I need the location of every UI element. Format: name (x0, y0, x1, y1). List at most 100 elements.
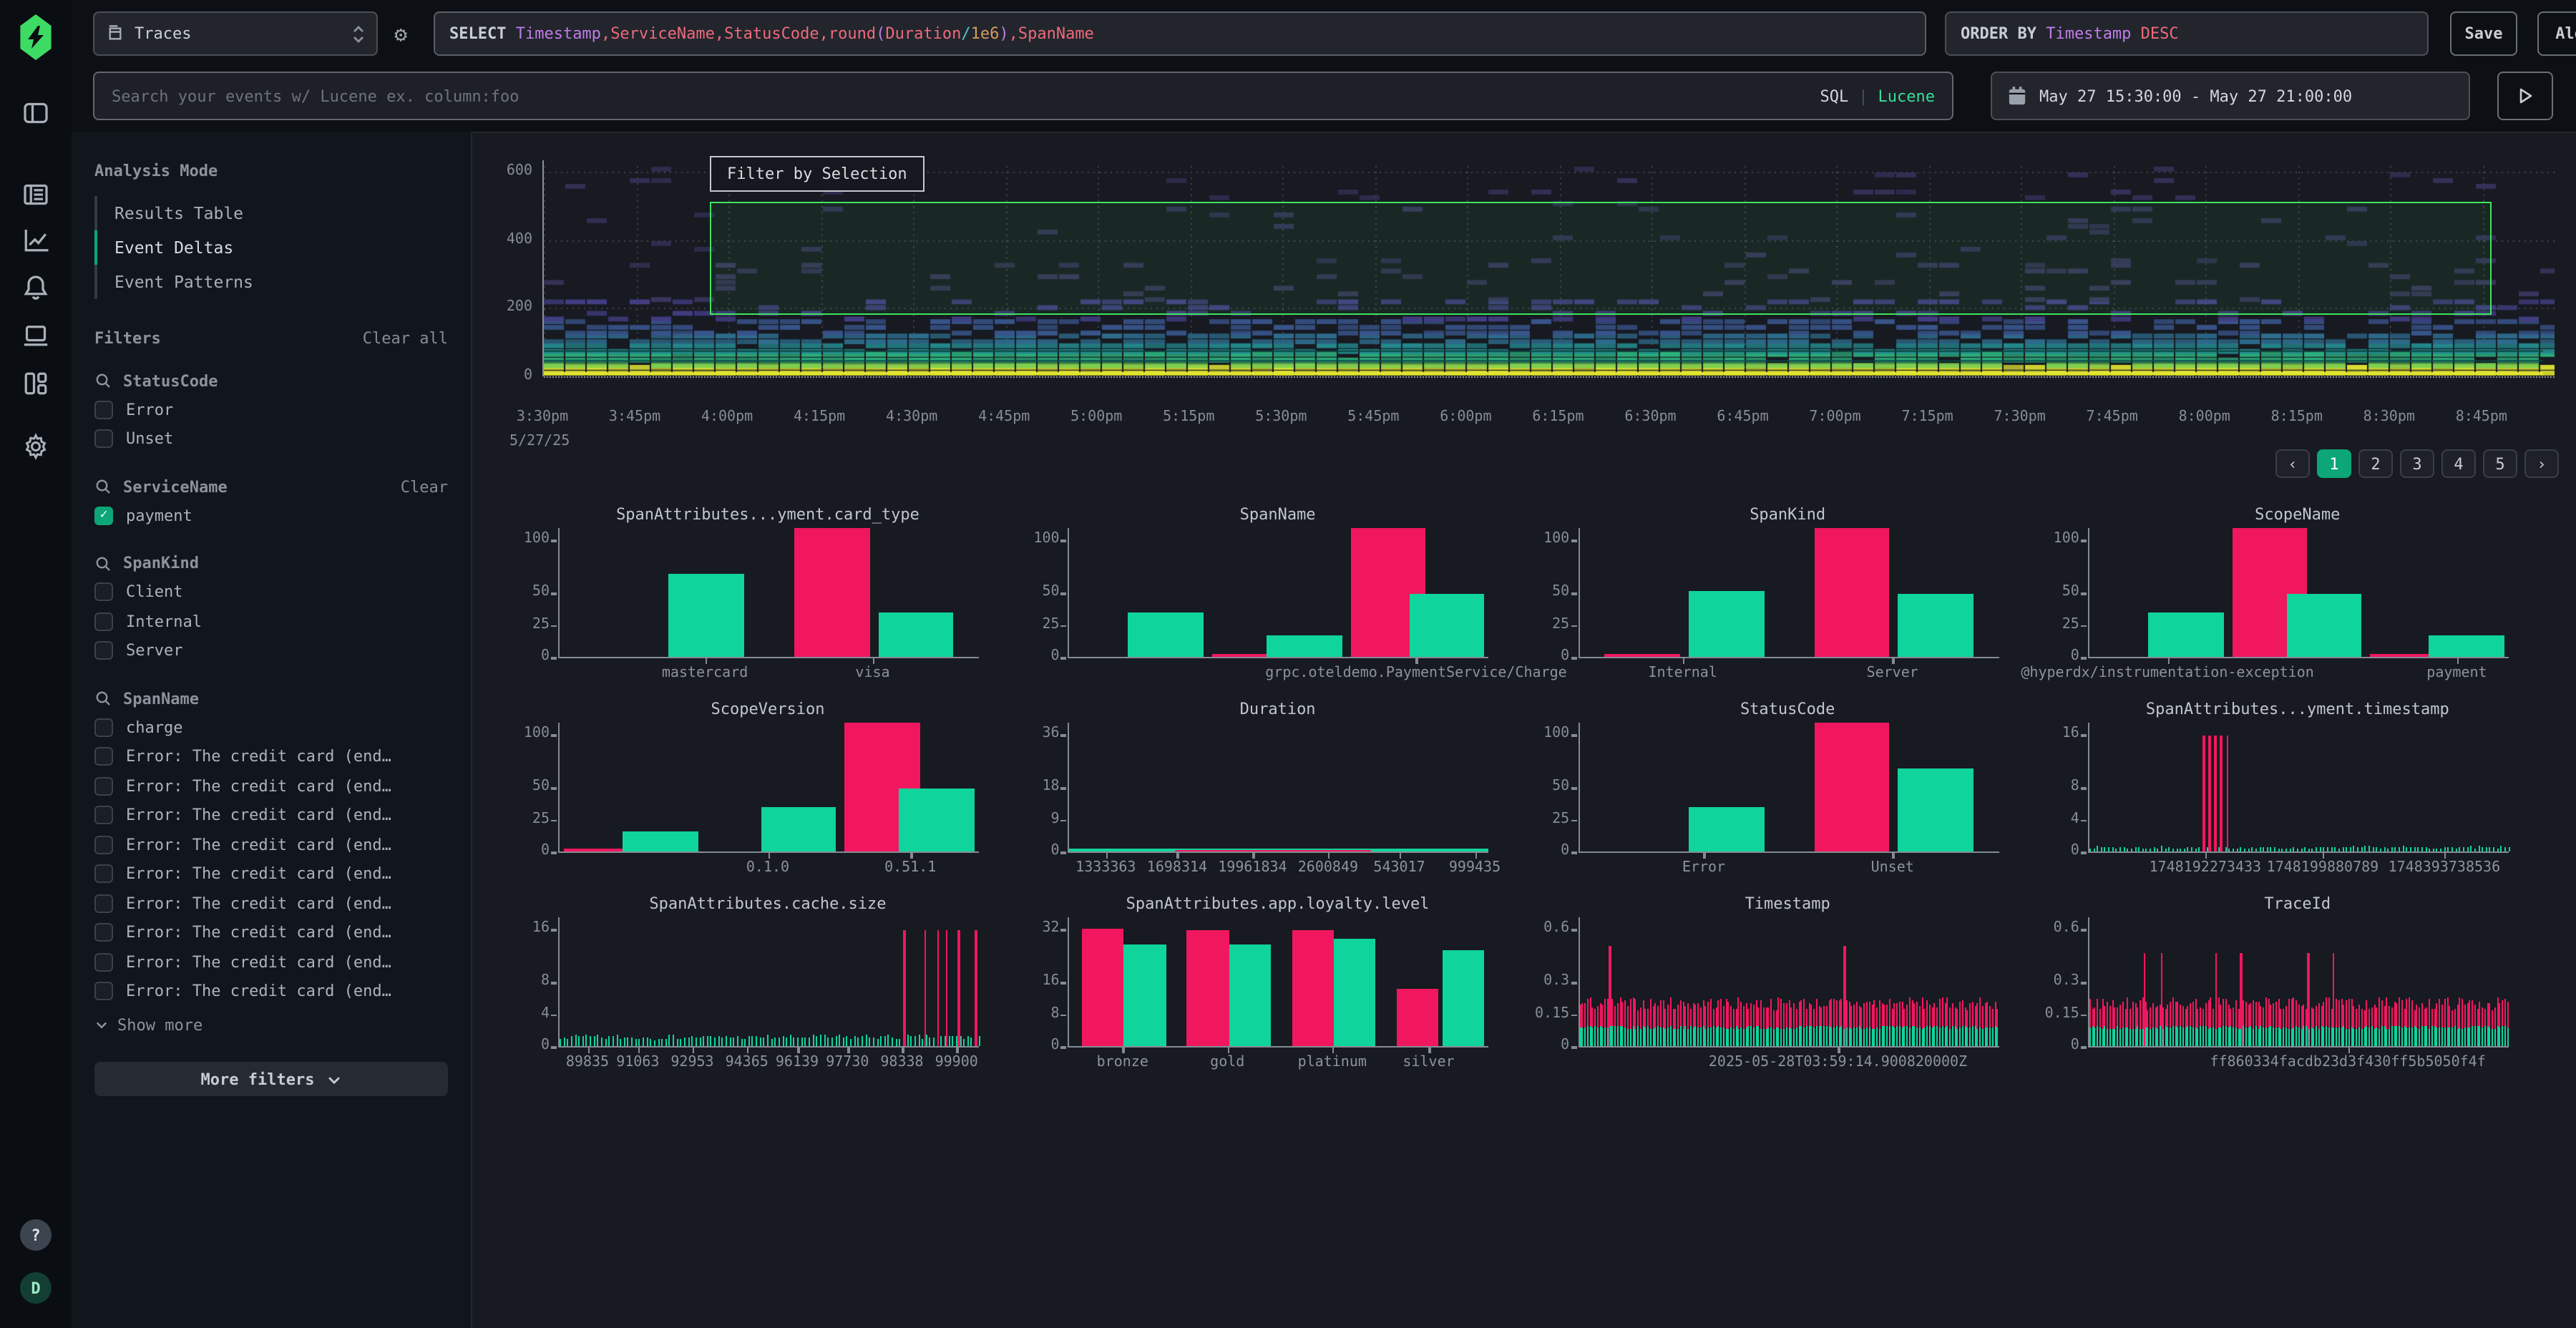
language-sql[interactable]: SQL (1820, 87, 1849, 105)
sql-select-input[interactable]: SELECT Timestamp,ServiceName,StatusCode,… (434, 11, 1926, 56)
filter-option[interactable]: Error: The credit card (end… (94, 947, 448, 977)
heatmap-selection-rect[interactable] (710, 202, 2492, 315)
sql-token: , (819, 24, 829, 43)
date-range-picker[interactable]: May 27 15:30:00 - May 27 21:00:00 (1991, 72, 2470, 120)
search-icon (94, 555, 112, 572)
order-by-input[interactable]: ORDER BY Timestamp DESC (1945, 11, 2429, 56)
language-lucene[interactable]: Lucene (1878, 87, 1936, 105)
checkbox[interactable] (94, 953, 113, 972)
filter-option[interactable]: Error: The credit card (end… (94, 771, 448, 801)
mini-chart-plot (1068, 917, 1489, 1048)
filter-option[interactable]: Client (94, 577, 448, 607)
analysis-mode-item[interactable]: Results Table (97, 196, 448, 230)
mini-y-label: 25 (1521, 616, 1569, 632)
checkbox[interactable] (94, 718, 113, 737)
search-input[interactable]: Search your events w/ Lucene ex. column:… (93, 72, 1953, 120)
search-logs-icon[interactable] (19, 177, 53, 212)
filter-clear-link[interactable]: Clear (401, 477, 448, 496)
dashboards-icon[interactable] (19, 366, 53, 401)
filter-option[interactable]: Error: The credit card (end… (94, 801, 448, 830)
filter-option[interactable]: Error: The credit card (end… (94, 918, 448, 947)
mini-chart-trace_id: TraceId0.60.30.150ff860334facdb23d3f430f… (2031, 886, 2517, 1075)
checkbox[interactable] (94, 612, 113, 631)
source-settings-gear-icon[interactable]: ⚙ (388, 21, 414, 47)
sessions-laptop-icon[interactable] (19, 318, 53, 352)
page-button-4[interactable]: 4 (2441, 449, 2476, 478)
filter-option[interactable]: charge (94, 713, 448, 742)
mini-y-label: 0 (1011, 843, 1060, 859)
bar-outlier (794, 528, 869, 657)
checkbox[interactable] (94, 777, 113, 796)
heatmap-x-label: 7:30pm (1994, 409, 2046, 425)
checkbox[interactable] (94, 642, 113, 660)
mini-y-label: 16 (1011, 973, 1060, 989)
filter-option[interactable]: Server (94, 636, 448, 665)
clear-all-link[interactable]: Clear all (363, 328, 448, 347)
checkbox[interactable] (94, 865, 113, 884)
more-filters-button[interactable]: More filters (94, 1062, 448, 1096)
user-avatar[interactable]: D (19, 1271, 53, 1305)
mini-y-label: 50 (2031, 584, 2079, 600)
filter-option[interactable]: Error: The credit card (end… (94, 742, 448, 771)
bar-inlier (1689, 591, 1764, 657)
page-button-5[interactable]: 5 (2483, 449, 2517, 478)
heatmap-x-label: 6:00pm (1440, 409, 1491, 425)
analysis-mode-item[interactable]: Event Patterns (97, 265, 448, 299)
panel-toggle-icon[interactable] (19, 96, 53, 130)
mini-x-label: 19961834 (1218, 860, 1287, 876)
checkbox[interactable] (94, 430, 113, 449)
chart-icon[interactable] (19, 223, 53, 258)
mini-x-label: 1748199880789 (2267, 860, 2379, 876)
filter-by-selection-tooltip[interactable]: Filter by Selection (710, 156, 924, 192)
checkbox[interactable] (94, 924, 113, 942)
page-button-2[interactable]: 2 (2358, 449, 2393, 478)
settings-gear-icon[interactable] (19, 429, 53, 464)
page-next-button[interactable]: › (2524, 449, 2559, 478)
help-button[interactable]: ? (19, 1218, 53, 1252)
logo-bolt-icon[interactable] (19, 20, 53, 54)
page-prev-button[interactable]: ‹ (2275, 449, 2310, 478)
search-placeholder: Search your events w/ Lucene ex. column:… (112, 87, 519, 105)
mini-y-label: 0 (1521, 1038, 1569, 1053)
checkbox[interactable] (94, 982, 113, 1001)
checkbox[interactable]: ✓ (94, 507, 113, 525)
checkbox[interactable] (94, 748, 113, 766)
filter-option[interactable]: Error (94, 395, 448, 424)
mini-y-label: 0.6 (1521, 920, 1569, 936)
filter-option[interactable]: Error: The credit card (end… (94, 830, 448, 859)
filter-option[interactable]: Internal (94, 607, 448, 636)
alerts-button[interactable]: Alerts (2537, 11, 2576, 56)
bar-inlier (878, 612, 953, 657)
filter-option-label: Error: The credit card (end… (126, 894, 391, 913)
filter-option[interactable]: Error: The credit card (end… (94, 859, 448, 889)
mini-x-label: 92953 (670, 1055, 713, 1070)
filter-option[interactable]: Error: The credit card (end… (94, 889, 448, 918)
show-more-link[interactable]: Show more (94, 1010, 448, 1039)
analysis-mode-item[interactable]: Event Deltas (97, 230, 448, 265)
page-button-3[interactable]: 3 (2400, 449, 2434, 478)
bar-outlier (1292, 930, 1334, 1046)
sql-token: , (1009, 24, 1018, 43)
mini-chart-plot (558, 528, 979, 658)
filter-option[interactable]: Unset (94, 424, 448, 454)
bar-inlier (668, 573, 743, 657)
source-select[interactable]: Traces (93, 11, 378, 56)
checkbox[interactable] (94, 583, 113, 602)
filter-option[interactable]: Error: The credit card (end… (94, 977, 448, 1006)
checkbox[interactable] (94, 806, 113, 825)
page-button-1[interactable]: 1 (2317, 449, 2351, 478)
checkbox[interactable] (94, 401, 113, 419)
mini-chart-plot (2088, 723, 2509, 853)
language-separator: | (1858, 87, 1868, 105)
mini-chart-scope_name: ScopeName10050250@hyperdx/instrumentatio… (2031, 497, 2517, 685)
alerts-bell-icon[interactable] (19, 270, 53, 305)
mini-chart-title: SpanAttributes.cache.size (558, 894, 977, 913)
save-button[interactable]: Save (2450, 11, 2517, 56)
mini-x-label: mastercard (662, 665, 748, 681)
run-query-button[interactable] (2497, 72, 2553, 120)
source-select-value: Traces (135, 24, 192, 43)
filter-option[interactable]: ✓payment (94, 501, 448, 530)
language-toggle[interactable]: SQL | Lucene (1820, 87, 1936, 105)
checkbox[interactable] (94, 894, 113, 913)
checkbox[interactable] (94, 836, 113, 854)
